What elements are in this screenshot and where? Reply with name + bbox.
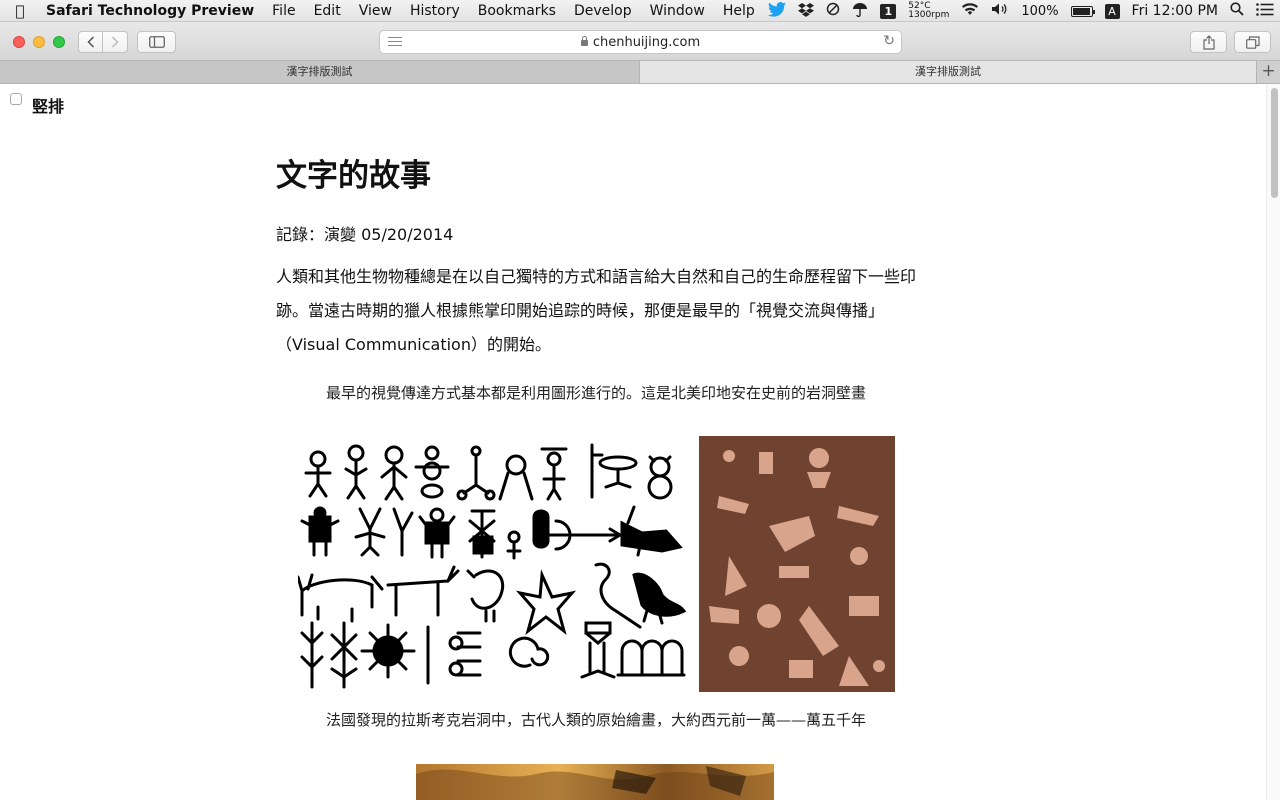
pictograph-illustration [296, 437, 690, 693]
menu-help[interactable]: Help [714, 0, 764, 22]
twitter-icon[interactable] [768, 1, 787, 21]
figure-caption-2: 法國發現的拉斯考克岩洞中，古代人類的原始繪畫，大約西元前一萬——萬五千年 [325, 711, 866, 729]
web-page: 竪排 文字的故事 記錄：演變 05/20/2014 人類和其他生物物種總是在以自… [0, 84, 1280, 800]
url-text: chenhuijing.com [592, 34, 701, 50]
vertical-layout-toggle[interactable]: 竪排 [10, 93, 64, 116]
wifi-icon[interactable] [961, 2, 979, 20]
address-bar[interactable]: chenhuijing.com ↻ [379, 30, 902, 54]
article: 文字的故事 記錄：演變 05/20/2014 人類和其他生物物種總是在以自己獨特… [276, 154, 918, 362]
share-icon [1202, 34, 1215, 50]
menu-view[interactable]: View [350, 0, 401, 22]
history-navigation [78, 31, 129, 53]
menu-edit[interactable]: Edit [305, 0, 350, 22]
fan-speed-readout: 1300rpm [908, 10, 950, 20]
browser-toolbar: chenhuijing.com ↻ [0, 22, 1280, 61]
window-close-button[interactable] [13, 36, 25, 48]
menu-window[interactable]: Window [641, 0, 714, 22]
tab-1[interactable]: 漢字排版測試 [0, 61, 640, 83]
dropbox-icon[interactable] [798, 2, 815, 21]
share-button[interactable] [1190, 31, 1227, 53]
menu-app-name[interactable]: Safari Technology Preview [40, 0, 263, 22]
window-minimize-button[interactable] [33, 36, 45, 48]
sidebar-icon [148, 36, 165, 48]
battery-icon[interactable] [1070, 5, 1095, 17]
vertical-layout-checkbox[interactable] [10, 93, 22, 105]
tabs-overview-icon [1245, 35, 1260, 49]
forward-button[interactable] [103, 31, 128, 53]
umbrella-icon[interactable] [852, 2, 868, 21]
volume-icon[interactable] [991, 2, 1009, 20]
petroglyph-photo [699, 436, 895, 692]
article-paragraph: 人類和其他生物物種總是在以自己獨特的方式和語言給大自然和自己的生命歷程留下一些印… [276, 267, 917, 354]
reload-icon[interactable]: ↻ [883, 33, 895, 49]
cpu-monitor[interactable]: 52°C 1300rpm [908, 2, 949, 20]
spotlight-search-icon[interactable] [1230, 2, 1244, 20]
menu-history[interactable]: History [401, 0, 469, 22]
sidebar-toggle-button[interactable] [137, 31, 176, 53]
vertical-layout-label[interactable]: 竪排 [32, 93, 64, 117]
cave-painting-photo [416, 764, 774, 800]
status-area: 1 52°C 1300rpm 100% A Fri 12:00 PM [762, 0, 1280, 22]
menu-bar:  Safari Technology Preview File Edit Vi… [0, 0, 1280, 22]
article-meta: 記錄：演變 05/20/2014 [276, 225, 454, 244]
notification-center-icon[interactable] [1256, 2, 1274, 20]
page-scrollbar[interactable] [1266, 84, 1280, 800]
do-not-disturb-icon[interactable] [826, 2, 840, 20]
tab-bar: 漢字排版測試 漢字排版測試 + [0, 61, 1280, 84]
lock-icon [580, 36, 588, 46]
new-tab-button[interactable]: + [1257, 61, 1280, 83]
apple-icon[interactable]:  [0, 2, 40, 20]
scrollbar-thumb[interactable] [1271, 88, 1278, 198]
menu-bookmarks[interactable]: Bookmarks [469, 0, 565, 22]
reader-view-icon[interactable] [388, 37, 402, 49]
figure-caption-1: 最早的視覺傳達方式基本都是利用圖形進行的。這是北美印地安在史前的岩洞壁畫 [325, 384, 866, 402]
back-button[interactable] [78, 31, 103, 53]
chevron-left-icon [86, 36, 94, 48]
menu-file[interactable]: File [263, 0, 304, 22]
menu-develop[interactable]: Develop [565, 0, 641, 22]
clock[interactable]: Fri 12:00 PM [1132, 3, 1218, 19]
window-zoom-button[interactable] [53, 36, 65, 48]
tab-2-active[interactable]: 漢字排版測試 [640, 61, 1257, 83]
notification-count-badge[interactable]: 1 [880, 3, 897, 19]
input-source-indicator[interactable]: A [1104, 3, 1120, 19]
chevron-right-icon [111, 36, 119, 48]
article-title: 文字的故事 [276, 158, 431, 194]
show-all-tabs-button[interactable] [1234, 31, 1271, 53]
battery-percent[interactable]: 100% [1021, 4, 1058, 19]
